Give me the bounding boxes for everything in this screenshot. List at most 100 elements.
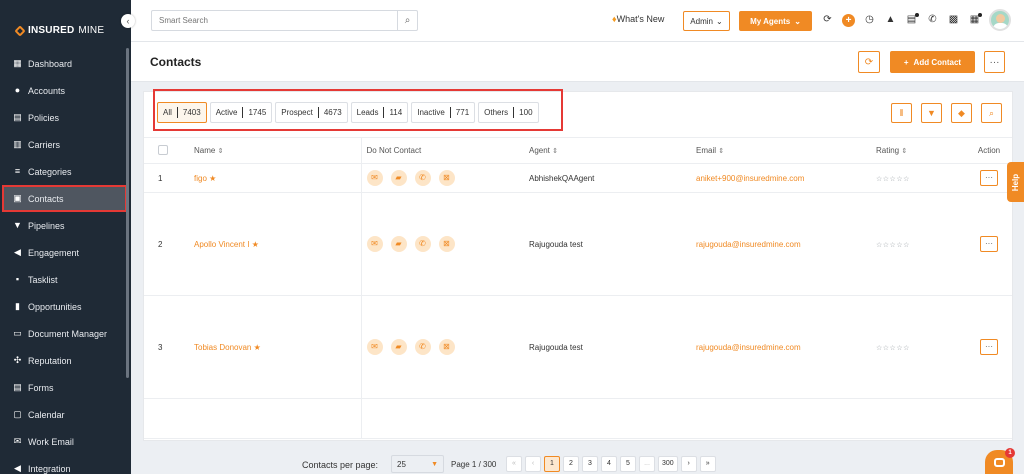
sidebar-item-dashboard[interactable]: ▦ Dashboard	[0, 50, 131, 77]
filter-others[interactable]: Others 100	[478, 102, 539, 123]
chat-icon[interactable]: ▰	[390, 339, 407, 355]
exit-icon[interactable]: ▤	[905, 13, 919, 27]
sidebar-item-reputation[interactable]: ✣ Reputation	[0, 347, 131, 374]
search-input[interactable]	[152, 11, 397, 30]
collapse-sidebar-icon[interactable]: ‹	[121, 14, 135, 28]
filter-active[interactable]: Active 1745	[209, 102, 273, 123]
folder-icon: ▭	[13, 328, 22, 338]
filter-icon[interactable]: ▼	[921, 103, 942, 123]
contact-name-link[interactable]: Tobias Donovan	[194, 343, 251, 352]
clock-icon[interactable]: ◷	[863, 13, 876, 27]
rating-stars[interactable]: ☆☆☆☆☆	[876, 345, 910, 352]
header-email[interactable]: Email ⇕	[696, 137, 876, 164]
pipelines-icon: ▼	[13, 220, 22, 230]
filter-all[interactable]: All 7403	[157, 102, 207, 123]
apps-icon[interactable]: ▦	[968, 13, 982, 27]
per-page-select[interactable]: 25 ▼	[391, 455, 444, 473]
filter-prospect[interactable]: Prospect 4673	[275, 102, 348, 123]
chat-icon[interactable]: ▰	[390, 170, 407, 186]
page-2-button[interactable]: 2	[563, 456, 579, 472]
star-icon[interactable]: ★	[254, 343, 261, 352]
more-options-button[interactable]: ···	[984, 51, 1005, 73]
sidebar-item-tasklist[interactable]: ▪ Tasklist	[0, 266, 131, 293]
sidebar-item-policies[interactable]: ▤ Policies	[0, 104, 131, 131]
refresh-button[interactable]: ⟳	[858, 51, 880, 73]
chat-icon[interactable]: ▰	[390, 236, 407, 252]
sidebar-item-carriers[interactable]: ▥ Carriers	[0, 131, 131, 158]
page-5-button[interactable]: 5	[620, 456, 636, 472]
select-all-checkbox[interactable]	[158, 144, 168, 155]
sort-icon[interactable]: ⇕	[218, 148, 224, 155]
sidebar-item-contacts[interactable]: ▣ Contacts	[2, 185, 127, 212]
sidebar-item-engagement[interactable]: ◀ Engagement	[0, 239, 131, 266]
header-rating[interactable]: Rating ⇕	[876, 137, 966, 164]
bell-icon[interactable]: ▲	[884, 13, 897, 27]
sidebar-scrollbar[interactable]	[126, 48, 129, 378]
next-page-button[interactable]: ›	[680, 456, 697, 472]
email-link[interactable]: rajugouda@insuredmine.com	[696, 343, 801, 352]
prev-page-button[interactable]: ‹	[525, 456, 541, 472]
mail-off-icon[interactable]: ⊠	[438, 339, 455, 355]
sidebar-item-categories[interactable]: ≡ Categories	[0, 158, 131, 185]
star-icon[interactable]: ★	[209, 174, 216, 183]
my-agents-button[interactable]: My Agents ⌄	[739, 11, 812, 31]
filter-inactive[interactable]: Inactive 771	[411, 102, 476, 123]
sidebar-item-work-email[interactable]: ✉ Work Email	[0, 428, 131, 455]
email-link[interactable]: aniket+900@insuredmine.com	[696, 174, 804, 183]
table-row-empty	[144, 398, 1012, 439]
header-name[interactable]: Name ⇕	[194, 137, 361, 164]
page-4-button[interactable]: 4	[601, 456, 617, 472]
role-select[interactable]: Admin ⌄	[683, 11, 730, 31]
phone-icon[interactable]: ✆	[414, 339, 431, 355]
header-agent[interactable]: Agent ⇕	[529, 137, 696, 164]
sort-icon[interactable]: ⇕	[901, 148, 907, 155]
sort-icon[interactable]: ⇕	[552, 148, 558, 155]
email-icon[interactable]: ✉	[366, 339, 383, 355]
whats-new-link[interactable]: ♦What's New	[612, 14, 664, 24]
last-page-button[interactable]: »	[699, 456, 716, 472]
tag-icon[interactable]: ◆	[951, 103, 972, 123]
row-actions-button[interactable]: ···	[980, 339, 998, 355]
sidebar-item-calendar[interactable]: ▢ Calendar	[0, 401, 131, 428]
page-last-button[interactable]: 300	[658, 456, 678, 472]
sync-icon[interactable]: ⟳	[821, 13, 834, 27]
add-contact-button[interactable]: + Add Contact	[890, 51, 975, 73]
name-cell: Tobias Donovan ★	[194, 295, 361, 399]
sidebar-item-accounts[interactable]: ● Accounts	[0, 77, 131, 104]
plus-icon[interactable]: +	[842, 13, 855, 27]
page-3-button[interactable]: 3	[582, 456, 598, 472]
page-1-button[interactable]: 1	[544, 456, 560, 472]
rating-stars[interactable]: ☆☆☆☆☆	[876, 242, 910, 249]
sidebar-item-integration[interactable]: ◀ Integration	[0, 455, 131, 474]
phone-icon[interactable]: ✆	[414, 236, 431, 252]
help-tab[interactable]: Help	[1007, 162, 1024, 202]
sidebar-item-pipelines[interactable]: ▼ Pipelines	[0, 212, 131, 239]
star-icon[interactable]: ★	[252, 240, 259, 249]
filter-leads[interactable]: Leads 114	[350, 102, 409, 123]
first-page-button[interactable]: «	[506, 456, 522, 472]
brand-logo[interactable]: INSURED MINE	[14, 24, 104, 37]
row-actions-button[interactable]: ···	[980, 236, 998, 252]
search-icon[interactable]: ⌕	[397, 11, 417, 30]
sidebar-item-document-manager[interactable]: ▭ Document Manager	[0, 320, 131, 347]
row-actions-button[interactable]: ···	[980, 170, 998, 186]
phone-icon[interactable]: ✆	[926, 13, 939, 27]
search-icon[interactable]: ⌕	[981, 103, 1002, 123]
phone-icon[interactable]: ✆	[414, 170, 431, 186]
email-icon[interactable]: ✉	[366, 170, 383, 186]
email-icon[interactable]: ✉	[366, 236, 383, 252]
sidebar-item-opportunities[interactable]: ▮ Opportunities	[0, 293, 131, 320]
chat-launcher[interactable]: 1	[985, 448, 1015, 474]
avatar[interactable]	[989, 9, 1011, 31]
contact-name-link[interactable]: Apollo Vincent I	[194, 240, 249, 249]
contact-name-link[interactable]: figo	[194, 174, 207, 183]
sidebar-item-forms[interactable]: ▤ Forms	[0, 374, 131, 401]
sort-icon[interactable]: ⇕	[718, 148, 724, 155]
sidebar-item-label: Engagement	[28, 247, 80, 258]
mail-off-icon[interactable]: ⊠	[438, 236, 455, 252]
mail-off-icon[interactable]: ⊠	[438, 170, 455, 186]
chip-icon[interactable]: ▩	[947, 13, 960, 27]
rating-stars[interactable]: ☆☆☆☆☆	[876, 176, 910, 183]
email-link[interactable]: rajugouda@insuredmine.com	[696, 240, 801, 249]
columns-icon[interactable]: ⦀	[891, 103, 912, 123]
